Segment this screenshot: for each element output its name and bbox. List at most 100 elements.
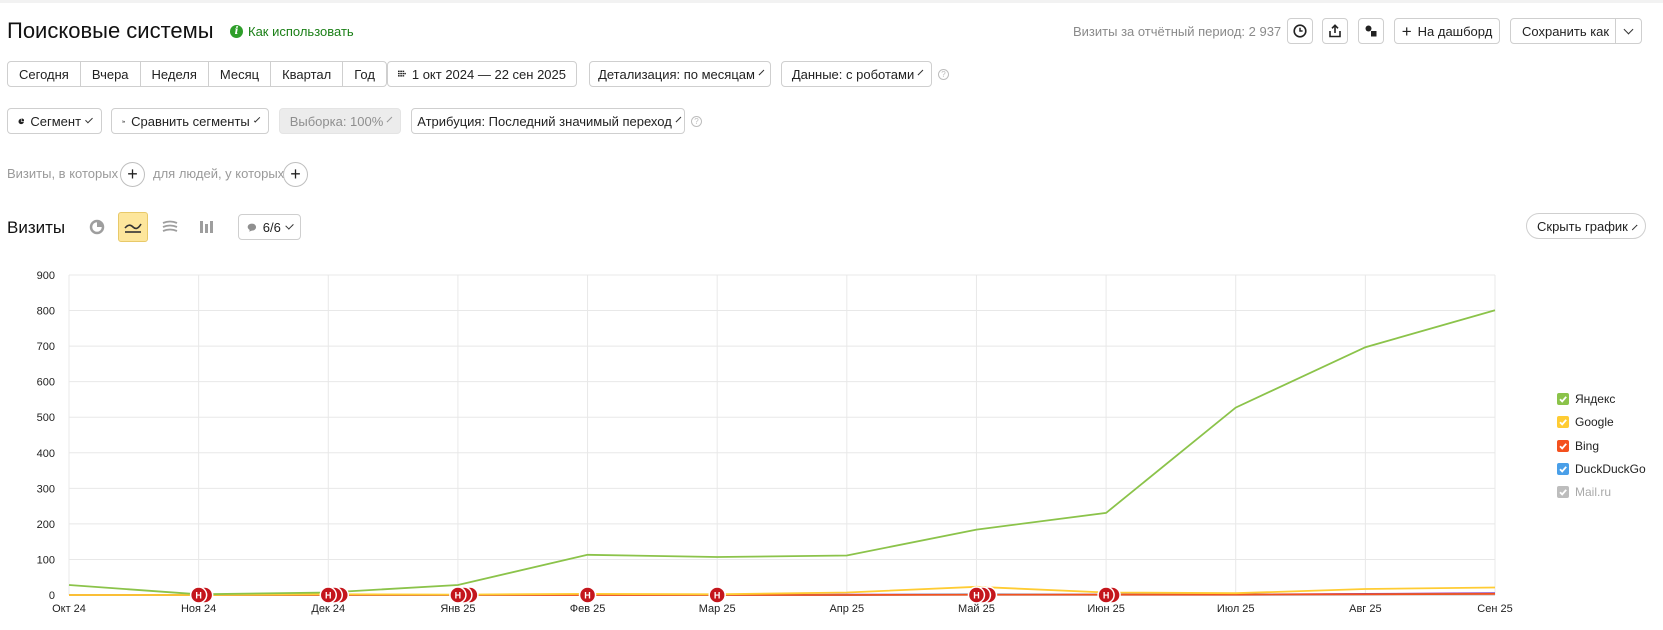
date-range-button[interactable]: 1 окт 2024 — 22 сен 2025	[387, 61, 577, 87]
annotation-marker-label: Н	[195, 591, 202, 601]
y-tick-label: 300	[37, 483, 55, 495]
annotation-marker-label: Н	[325, 591, 332, 601]
chart-grid	[68, 274, 1496, 596]
series-line	[68, 309, 1496, 596]
chevron-down-icon	[758, 69, 765, 75]
segment-label: Сегмент	[30, 113, 82, 129]
attribution-label: Атрибуция: Последний значимый переход	[417, 113, 672, 129]
checkbox-checked-icon	[1557, 416, 1569, 428]
data-robots-label: Данные: с роботами	[791, 66, 915, 82]
annotation-marker-label: Н	[455, 591, 462, 601]
checkbox-checked-icon	[1557, 463, 1569, 475]
legend-item-bing[interactable]: Bing	[1557, 439, 1599, 453]
visits-filter-label: Визиты, в которых	[7, 166, 119, 181]
compare-drops-icon	[122, 119, 125, 123]
chevron-down-icon	[85, 115, 93, 123]
y-tick-label: 800	[37, 306, 55, 318]
annotation-marker-label: Н	[1103, 591, 1110, 601]
bar-chart-icon	[200, 221, 213, 233]
checkbox-checked-icon	[1557, 440, 1569, 452]
calendar-icon	[398, 70, 406, 77]
legend-item-mailru[interactable]: Mail.ru	[1557, 485, 1611, 499]
pie-chart-view-button[interactable]	[82, 212, 112, 242]
sample-dropdown: Выборка: 100%	[279, 108, 401, 134]
share-icon	[1329, 24, 1341, 38]
bar-chart-view-button[interactable]	[192, 212, 222, 242]
period-week[interactable]: Неделя	[141, 62, 209, 86]
legend-label: Google	[1575, 415, 1614, 429]
x-tick-label: Авг 25	[1349, 603, 1381, 615]
top-border	[0, 0, 1663, 3]
add-to-dashboard-button[interactable]: + На дашборд	[1394, 18, 1500, 44]
x-axis-labels: Окт 24 Ноя 24 Дек 24 Янв 25 Фев 25 Мар 25 Апр …	[52, 603, 1513, 615]
date-range-label: 1 окт 2024 — 22 сен 2025	[411, 66, 566, 82]
x-tick-label: Дек 24	[311, 603, 345, 615]
chevron-down-icon	[917, 69, 924, 75]
x-tick-label: Июл 25	[1217, 603, 1255, 615]
x-tick-label: Июн 25	[1087, 603, 1125, 615]
hide-chart-label: Скрыть график	[1537, 218, 1628, 234]
legend-item-google[interactable]: Google	[1557, 415, 1614, 429]
compare-segments-dropdown[interactable]: Сравнить сегменты	[111, 108, 269, 134]
legend-item-duckduckgo[interactable]: DuckDuckGo	[1557, 462, 1646, 476]
help-icon[interactable]: ?	[938, 69, 949, 80]
save-as-button[interactable]: Сохранить как	[1510, 18, 1642, 44]
stacked-area-icon	[162, 220, 178, 232]
chevron-down-icon	[386, 116, 393, 122]
checkbox-checked-icon	[1557, 486, 1569, 498]
chevron-down-icon	[675, 116, 682, 122]
visits-line-chart: 0 100 200 300 400 500 600 700 800 900 Окт 24 Ноя 2…	[37, 270, 1513, 615]
how-to-use-link[interactable]: i Как использовать	[230, 24, 354, 39]
annotation-marker-label: Н	[714, 591, 721, 601]
annotations-dropdown[interactable]: 6/6	[238, 214, 301, 240]
hide-chart-button[interactable]: Скрыть график	[1526, 213, 1646, 239]
add-people-condition-button[interactable]: +	[283, 162, 308, 187]
save-as-dropdown[interactable]	[1615, 19, 1641, 43]
attribution-dropdown[interactable]: Атрибуция: Последний значимый переход	[411, 108, 685, 134]
add-to-dashboard-label: На дашборд	[1417, 23, 1493, 39]
annotations-count: 6/6	[262, 219, 281, 235]
line-chart-icon	[124, 223, 142, 233]
shapes-icon	[1365, 25, 1377, 37]
period-year[interactable]: Год	[343, 62, 386, 86]
detail-dropdown[interactable]: Детализация: по месяцам	[589, 61, 771, 87]
period-month[interactable]: Месяц	[209, 62, 272, 86]
pie-chart-icon	[89, 219, 105, 235]
y-tick-label: 200	[37, 519, 55, 531]
period-yesterday[interactable]: Вчера	[81, 62, 141, 86]
legend-label: DuckDuckGo	[1575, 462, 1646, 476]
history-button[interactable]	[1287, 18, 1313, 44]
chevron-down-icon	[285, 220, 294, 230]
area-chart-view-button[interactable]	[155, 212, 185, 242]
sample-label: Выборка: 100%	[289, 113, 384, 129]
legend-item-yandex[interactable]: Яндекс	[1557, 392, 1615, 406]
data-robots-dropdown[interactable]: Данные: с роботами	[781, 61, 932, 87]
x-tick-label: Окт 24	[52, 603, 86, 615]
add-visit-condition-button[interactable]: +	[120, 162, 145, 187]
x-tick-label: Май 25	[958, 603, 995, 615]
pie-segment-icon	[18, 117, 25, 124]
segment-dropdown[interactable]: Сегмент	[7, 108, 102, 134]
export-button[interactable]	[1322, 18, 1348, 44]
clock-icon	[1293, 24, 1307, 38]
period-selector: Сегодня Вчера Неделя Месяц Квартал Год	[7, 61, 387, 87]
y-tick-label: 500	[37, 412, 55, 424]
help-icon[interactable]: ?	[691, 116, 702, 127]
annotation-marker-label: Н	[973, 591, 980, 601]
plus-icon: +	[1401, 21, 1412, 41]
checkbox-checked-icon	[1557, 393, 1569, 405]
page-title: Поисковые системы	[7, 18, 214, 43]
comparison-button[interactable]	[1358, 18, 1384, 44]
y-tick-label: 700	[37, 341, 55, 353]
line-chart-view-button[interactable]	[118, 212, 148, 242]
period-today[interactable]: Сегодня	[8, 62, 81, 86]
period-quarter[interactable]: Квартал	[271, 62, 344, 86]
x-tick-label: Янв 25	[440, 603, 475, 615]
chevron-down-icon	[253, 115, 261, 123]
legend-label: Bing	[1575, 439, 1600, 453]
y-tick-label: 100	[37, 554, 55, 566]
people-filter-label: для людей, у которых	[153, 166, 285, 181]
x-tick-label: Фев 25	[570, 603, 606, 615]
annotation-marker-label: Н	[584, 591, 591, 601]
y-axis-labels: 0 100 200 300 400 500 600 700 800 900	[37, 270, 55, 602]
